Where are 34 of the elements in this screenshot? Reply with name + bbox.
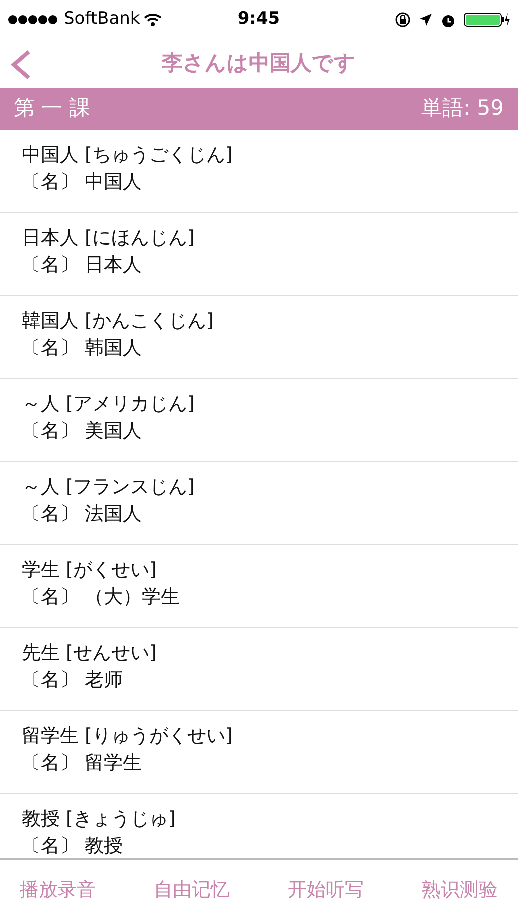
toolbar-button[interactable]: 自由记忆 [154,876,230,904]
word-reading: ～人 [フランスじん] [22,475,195,500]
word-reading: 教授 [きょうじゅ] [22,807,176,832]
word-reading: 学生 [がくせい] [22,558,157,583]
alarm-icon [440,12,456,28]
word-meaning: 〔名〕 老师 [22,668,124,693]
word-reading: 留学生 [りゅうがくせい] [22,724,233,749]
word-reading: 韓国人 [かんこくじん] [22,309,214,334]
word-reading: 日本人 [にほんじん] [22,226,195,251]
word-reading: ～人 [アメリカじん] [22,392,195,417]
wifi-icon [144,13,162,27]
word-meaning: 〔名〕 美国人 [22,419,142,444]
toolbar-button[interactable]: 播放录音 [20,876,96,904]
word-meaning: 〔名〕 中国人 [22,170,142,195]
toolbar-button[interactable]: 熟识测验 [422,876,498,904]
word-reading: 中国人 [ちゅうごくじん] [22,143,233,168]
signal-icon [8,15,60,25]
battery-icon [464,12,510,28]
word-meaning: 〔名〕 法国人 [22,502,142,527]
word-meaning: 〔名〕 （大）学生 [22,585,180,610]
rotation-lock-icon [394,12,411,28]
location-icon [418,13,433,27]
section-title: 第 一 課 [14,95,90,122]
screen-title: 李さんは中国人です [162,50,356,78]
carrier-name: SoftBank [64,8,140,32]
toolbar-button[interactable]: 开始听写 [288,876,364,904]
word-meaning: 〔名〕 日本人 [22,253,142,278]
word-reading: 先生 [せんせい] [22,641,157,666]
word-meaning: 〔名〕 教授 [22,834,124,858]
word-count: 単語: 59 [422,95,504,122]
back-button[interactable] [10,50,32,80]
status-time: 9:45 [238,8,280,32]
word-meaning: 〔名〕 留学生 [22,751,142,776]
word-meaning: 〔名〕 韩国人 [22,336,142,361]
